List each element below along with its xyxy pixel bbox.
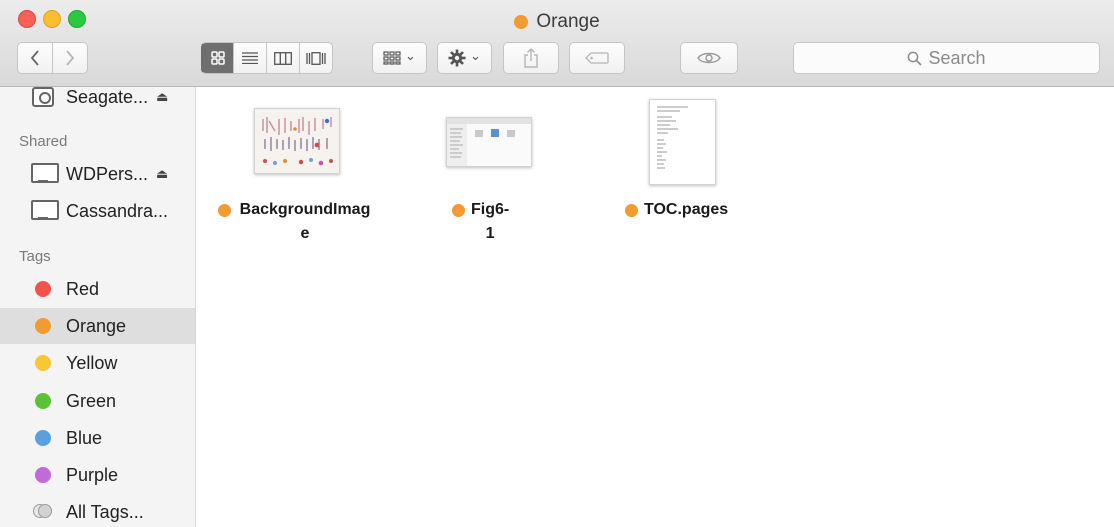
window-title: Orange bbox=[0, 11, 1114, 33]
quick-look-button[interactable] bbox=[680, 42, 738, 74]
monitor-icon bbox=[31, 163, 59, 185]
sidebar-heading-shared: Shared bbox=[19, 133, 68, 150]
column-view-icon bbox=[274, 51, 292, 65]
sidebar-item-label: Purple bbox=[66, 464, 119, 485]
screenshot-thumbnail-icon bbox=[447, 118, 531, 166]
search-icon bbox=[908, 51, 923, 66]
back-button[interactable] bbox=[17, 42, 53, 74]
file-thumbnail-image bbox=[446, 117, 532, 167]
sidebar-item-all-tags[interactable]: All Tags... bbox=[0, 494, 195, 527]
forward-button[interactable] bbox=[52, 42, 88, 74]
gear-icon bbox=[448, 49, 466, 67]
sidebar-item-label: Red bbox=[66, 278, 100, 299]
sidebar-item-label: Blue bbox=[66, 427, 103, 448]
share-button[interactable] bbox=[503, 42, 559, 74]
sidebar-item-tag-orange[interactable]: Orange bbox=[0, 308, 195, 344]
sidebar-heading-tags: Tags bbox=[19, 248, 51, 265]
tag-color-dot bbox=[35, 281, 51, 297]
edit-tags-button[interactable] bbox=[569, 42, 625, 74]
cover-flow-view-button[interactable] bbox=[300, 42, 333, 74]
tag-color-dot bbox=[35, 355, 51, 371]
file-name-label: Fig6-1 bbox=[452, 198, 509, 246]
list-view-icon bbox=[242, 52, 258, 64]
search-placeholder: Search bbox=[928, 47, 986, 68]
chevron-right-icon bbox=[66, 50, 75, 66]
arrange-grid-icon bbox=[383, 51, 401, 65]
search-field[interactable]: Search bbox=[793, 42, 1100, 74]
file-tag-dot bbox=[218, 204, 231, 217]
file-name: TOC.pages bbox=[644, 201, 729, 218]
cover-flow-view-icon bbox=[306, 51, 326, 65]
sidebar-item-tag-green[interactable]: Green bbox=[0, 383, 195, 419]
tag-color-dot bbox=[35, 318, 51, 334]
sidebar-item-label: Cassandra... bbox=[66, 200, 169, 221]
file-tag-dot bbox=[625, 204, 638, 217]
sidebar-item-label: Seagate... bbox=[66, 86, 149, 107]
tag-color-dot bbox=[35, 430, 51, 446]
sidebar-item-label: WDPers... bbox=[66, 163, 149, 184]
title-tag-dot bbox=[514, 15, 529, 29]
column-view-button[interactable] bbox=[267, 42, 300, 74]
view-mode-selector bbox=[201, 42, 333, 74]
sidebar-item-wdpers[interactable]: WDPers... ⏏ bbox=[0, 156, 195, 192]
all-tags-icon bbox=[33, 504, 53, 520]
sidebar: Seagate... ⏏ Shared WDPers... ⏏ Cassandr… bbox=[0, 87, 196, 527]
sidebar-item-label: All Tags... bbox=[66, 501, 144, 522]
chevron-down-icon: ⌄ bbox=[405, 47, 416, 63]
file-name: Fig6-1 bbox=[471, 201, 510, 242]
sidebar-item-tag-yellow[interactable]: Yellow bbox=[0, 345, 195, 381]
file-name-label: TOC.pages bbox=[625, 198, 728, 222]
icon-view-button[interactable] bbox=[201, 42, 234, 74]
file-thumbnail-image bbox=[649, 99, 716, 185]
sidebar-item-seagate[interactable]: Seagate... ⏏ bbox=[0, 79, 195, 115]
eye-icon bbox=[697, 52, 721, 64]
window-toolbar: Orange ⌄ ⌄ Search bbox=[0, 0, 1114, 87]
chevron-down-icon: ⌄ bbox=[470, 47, 481, 63]
sidebar-item-label: Green bbox=[66, 390, 117, 411]
sidebar-item-tag-purple[interactable]: Purple bbox=[0, 457, 195, 493]
image-thumbnail-icon bbox=[255, 109, 339, 173]
file-tag-dot bbox=[452, 204, 465, 217]
sidebar-item-label: Orange bbox=[66, 315, 127, 336]
eject-icon[interactable]: ⏏ bbox=[156, 166, 168, 182]
tag-icon bbox=[585, 52, 609, 64]
sidebar-item-cassandra[interactable]: Cassandra... bbox=[0, 193, 195, 229]
sidebar-item-tag-blue[interactable]: Blue bbox=[0, 420, 195, 456]
sidebar-item-label: Yellow bbox=[66, 352, 118, 373]
chevron-left-icon bbox=[30, 50, 39, 66]
document-thumbnail-icon bbox=[650, 100, 715, 184]
icon-view-icon bbox=[210, 51, 225, 65]
file-thumbnail-image bbox=[254, 108, 340, 174]
external-drive-icon bbox=[32, 87, 54, 107]
file-name-label: BackgroundImage bbox=[218, 198, 373, 246]
tag-color-dot bbox=[35, 393, 51, 409]
arrange-menu-button[interactable]: ⌄ bbox=[372, 42, 427, 74]
eject-icon[interactable]: ⏏ bbox=[156, 89, 168, 105]
file-name: BackgroundImage bbox=[239, 201, 371, 242]
list-view-button[interactable] bbox=[234, 42, 267, 74]
file-browser-content: BackgroundImage Fig6-1 TOC.pages bbox=[197, 88, 1114, 527]
window-title-text: Orange bbox=[536, 11, 600, 32]
action-menu-button[interactable]: ⌄ bbox=[437, 42, 492, 74]
tag-color-dot bbox=[35, 467, 51, 483]
monitor-icon bbox=[31, 200, 59, 222]
sidebar-item-tag-red[interactable]: Red bbox=[0, 271, 195, 307]
share-icon bbox=[524, 48, 538, 68]
